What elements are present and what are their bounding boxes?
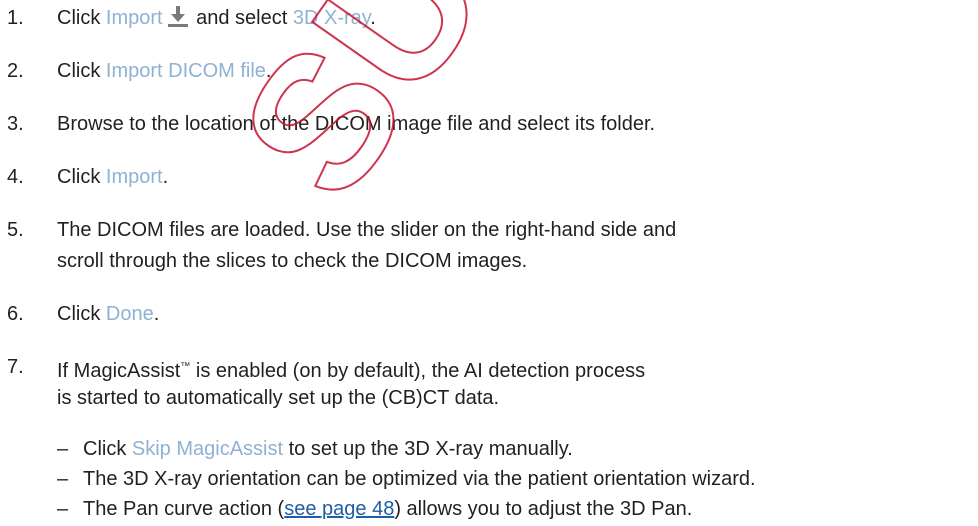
ui-term-3d-xray: 3D X-ray <box>292 7 371 29</box>
step-number: 6. <box>7 303 24 325</box>
step-number: 2. <box>7 60 24 82</box>
ui-term-import: Import <box>105 166 163 188</box>
step-number: 7. <box>7 356 24 378</box>
ui-term-import: Import <box>105 7 163 29</box>
trademark-symbol: ™ <box>180 361 191 372</box>
step-text: Click Import. <box>57 166 169 188</box>
ui-term-done: Done <box>105 303 154 325</box>
step-text: Click Import DICOM file. <box>57 60 272 82</box>
step-number: 5. <box>7 219 24 241</box>
step-text: Click Import and select 3D X-ray. <box>57 5 376 29</box>
step-text-line-2: scroll through the slices to check the D… <box>57 250 528 272</box>
ui-term-import-dicom-file: Import DICOM file <box>105 60 266 82</box>
dash-bullet: – <box>57 498 69 520</box>
sub-item-orientation: – The 3D X-ray orientation can be optimiz… <box>57 464 756 494</box>
see-page-link[interactable]: see page 48 <box>284 498 394 520</box>
download-arrow-icon <box>167 5 189 27</box>
step-number: 1. <box>7 7 24 29</box>
sub-item-skip-magicassist: – Click Skip MagicAssist to set up the 3D… <box>57 434 573 464</box>
step-text: Browse to the location of the DICOM imag… <box>57 113 656 135</box>
sub-item-pan-curve: – The Pan curve action (see page 48) allo… <box>57 494 692 524</box>
step-text: Click Done. <box>57 303 160 325</box>
document-page: 1. Click Import and select 3D X-ray. 2. … <box>0 0 978 526</box>
step-text-line-2: is started to automatically set up the (… <box>57 387 500 409</box>
dash-bullet: – <box>57 468 69 490</box>
ui-term-skip-magicassist: Skip MagicAssist <box>131 438 284 460</box>
dash-bullet: – <box>57 438 69 460</box>
step-text-line-1: The DICOM files are loaded. Use the slid… <box>57 219 677 241</box>
step-number: 3. <box>7 113 24 135</box>
step-number: 4. <box>7 166 24 188</box>
step-text-line-1: If MagicAssist™ is enabled (on by defaul… <box>57 360 646 382</box>
